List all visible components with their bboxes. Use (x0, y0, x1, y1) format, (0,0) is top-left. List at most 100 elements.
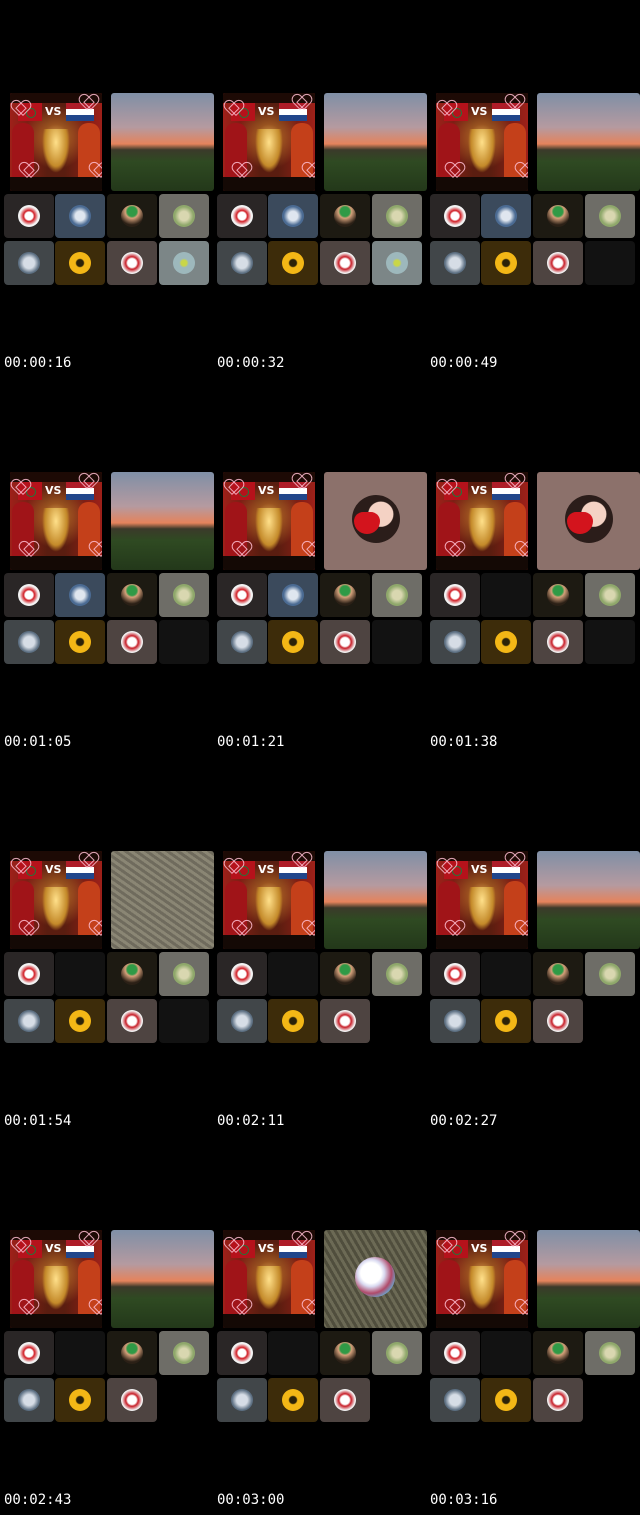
participant-tile[interactable] (107, 952, 157, 996)
participant-tile[interactable] (585, 1331, 635, 1375)
participant-tile[interactable] (217, 1378, 267, 1422)
participant-tile[interactable] (430, 1378, 480, 1422)
participant-tile[interactable] (585, 952, 635, 996)
participant-tile[interactable] (107, 194, 157, 238)
participant-tile[interactable] (430, 573, 480, 617)
heart-icon (438, 1238, 454, 1252)
participant-tile[interactable] (217, 1331, 267, 1375)
participant-tile[interactable] (4, 952, 54, 996)
participant-tile[interactable] (533, 573, 583, 617)
participant-tile[interactable] (481, 241, 531, 285)
video-thumbnail-frame: VS (4, 93, 214, 289)
participant-tile[interactable] (159, 194, 209, 238)
participant-tile[interactable] (533, 999, 583, 1043)
participant-tile[interactable] (107, 1331, 157, 1375)
heart-icon (438, 480, 454, 494)
participant-tile[interactable] (320, 1331, 370, 1375)
participant-tile[interactable] (159, 1331, 209, 1375)
participant-tile[interactable] (55, 1331, 105, 1375)
participant-tile[interactable] (533, 194, 583, 238)
participant-tile[interactable] (533, 1378, 583, 1422)
participant-tile[interactable] (533, 952, 583, 996)
participant-tile[interactable] (268, 1378, 318, 1422)
participant-tile[interactable] (481, 194, 531, 238)
participant-tile[interactable] (268, 952, 318, 996)
participant-tile[interactable] (217, 573, 267, 617)
participant-tile[interactable] (159, 620, 209, 664)
participant-tile[interactable] (268, 241, 318, 285)
participant-tile[interactable] (430, 952, 480, 996)
participant-tile[interactable] (320, 952, 370, 996)
participant-tile[interactable] (585, 620, 635, 664)
participant-tile[interactable] (481, 620, 531, 664)
participant-tile[interactable] (159, 999, 209, 1043)
participant-tile[interactable] (107, 1378, 157, 1422)
participant-tile[interactable] (481, 952, 531, 996)
participant-tile[interactable] (55, 620, 105, 664)
participant-tile[interactable] (372, 952, 422, 996)
participant-tile[interactable] (55, 999, 105, 1043)
participant-tile[interactable] (320, 573, 370, 617)
participant-tile[interactable] (159, 241, 209, 285)
participant-tile[interactable] (107, 999, 157, 1043)
participant-tile[interactable] (533, 241, 583, 285)
participant-tile[interactable] (55, 1378, 105, 1422)
poster-trophy (255, 887, 283, 931)
participant-tile[interactable] (372, 1331, 422, 1375)
participant-avatar (386, 584, 408, 606)
participant-tile[interactable] (217, 620, 267, 664)
participant-tile[interactable] (217, 241, 267, 285)
participant-tile[interactable] (55, 952, 105, 996)
participant-tile[interactable] (481, 1378, 531, 1422)
participant-tile[interactable] (107, 573, 157, 617)
match-poster: VS (10, 851, 102, 949)
participant-tile[interactable] (55, 241, 105, 285)
participant-tile[interactable] (4, 194, 54, 238)
participant-tile[interactable] (4, 620, 54, 664)
participant-tile[interactable] (585, 573, 635, 617)
participant-tile[interactable] (107, 620, 157, 664)
participant-tile[interactable] (430, 620, 480, 664)
participant-tile[interactable] (372, 620, 422, 664)
participant-tile[interactable] (585, 194, 635, 238)
participant-tile[interactable] (481, 573, 531, 617)
participant-tile[interactable] (55, 573, 105, 617)
participant-tile[interactable] (55, 194, 105, 238)
participant-tile[interactable] (320, 194, 370, 238)
participant-tile[interactable] (320, 620, 370, 664)
participant-tile[interactable] (217, 194, 267, 238)
participant-tile[interactable] (430, 1331, 480, 1375)
participant-tile[interactable] (268, 194, 318, 238)
participant-tile[interactable] (533, 620, 583, 664)
poster-bottom (10, 935, 102, 949)
participant-tile[interactable] (159, 573, 209, 617)
participant-tile[interactable] (430, 999, 480, 1043)
participant-tile[interactable] (430, 241, 480, 285)
participant-tile[interactable] (430, 194, 480, 238)
participant-tile[interactable] (4, 1378, 54, 1422)
participant-tile[interactable] (320, 241, 370, 285)
participant-tile[interactable] (4, 999, 54, 1043)
participant-tile[interactable] (268, 999, 318, 1043)
participant-tile[interactable] (320, 1378, 370, 1422)
participant-tile[interactable] (217, 999, 267, 1043)
participant-tile[interactable] (372, 241, 422, 285)
participant-tile[interactable] (585, 241, 635, 285)
participant-tile[interactable] (107, 241, 157, 285)
participant-tile[interactable] (268, 620, 318, 664)
participant-tile[interactable] (4, 241, 54, 285)
participant-tile[interactable] (481, 999, 531, 1043)
participant-tile[interactable] (372, 573, 422, 617)
participant-tile[interactable] (533, 1331, 583, 1375)
participant-tile[interactable] (159, 952, 209, 996)
participant-tile[interactable] (481, 1331, 531, 1375)
participant-tile[interactable] (320, 999, 370, 1043)
heart-icon (438, 101, 454, 115)
heart-icon (233, 1300, 249, 1314)
participant-tile[interactable] (217, 952, 267, 996)
participant-tile[interactable] (268, 1331, 318, 1375)
participant-tile[interactable] (268, 573, 318, 617)
participant-tile[interactable] (4, 573, 54, 617)
participant-tile[interactable] (4, 1331, 54, 1375)
participant-tile[interactable] (372, 194, 422, 238)
